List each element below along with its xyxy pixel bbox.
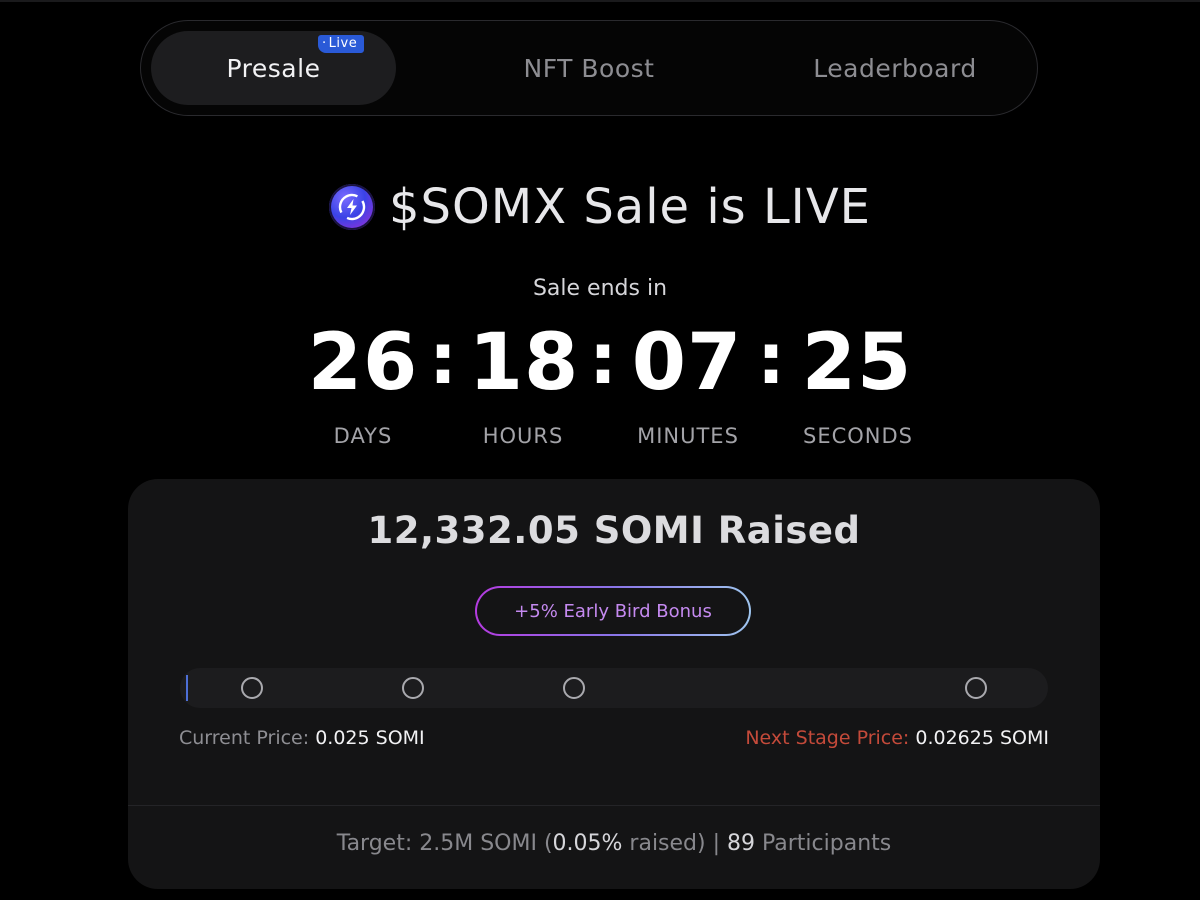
next-price-label: Next Stage Price: (745, 727, 910, 749)
minutes-label: MINUTES (637, 424, 739, 448)
sale-progress-card: 12,332.05 SOMI Raised +5% Early Bird Bon… (128, 479, 1100, 889)
target-mid: raised) | (622, 831, 727, 856)
tab-nft-boost[interactable]: NFT Boost (459, 31, 719, 105)
next-stage-price: Next Stage Price: 0.02625 SOMI (745, 727, 1049, 749)
progress-fill (186, 675, 188, 701)
countdown-separator: : (429, 318, 457, 400)
sale-target-summary: Target: 2.5M SOMI (0.05% raised) | 89 Pa… (128, 831, 1100, 856)
early-bird-bonus-label: +5% Early Bird Bonus (514, 600, 712, 622)
tab-nft-boost-label: NFT Boost (523, 53, 655, 83)
tab-presale-label: Presale (226, 53, 321, 83)
tab-leaderboard[interactable]: Leaderboard (765, 31, 1025, 105)
top-divider (0, 0, 1200, 2)
milestone-marker (402, 677, 424, 699)
tab-leaderboard-label: Leaderboard (813, 53, 977, 83)
countdown-hours: 18 (468, 318, 580, 408)
live-badge: Live (318, 35, 365, 53)
countdown-days: 26 (307, 318, 419, 408)
countdown-seconds: 25 (801, 318, 913, 408)
early-bird-bonus-badge[interactable]: +5% Early Bird Bonus (475, 586, 751, 636)
hours-label: HOURS (482, 424, 564, 448)
countdown-caption: Sale ends in (532, 276, 668, 301)
current-price-value: 0.025 SOMI (315, 727, 425, 749)
page-title: $SOMX Sale is LIVE (388, 179, 871, 235)
sale-heading: $SOMX Sale is LIVE (0, 172, 1200, 242)
seconds-label: SECONDS (802, 424, 913, 448)
current-price: Current Price: 0.025 SOMI (179, 727, 425, 749)
countdown-timer: 26 : 18 : 07 : 25 (0, 318, 1200, 408)
sale-progress-bar (180, 668, 1048, 708)
card-divider (128, 805, 1100, 806)
days-label: DAYS (333, 424, 393, 448)
tab-presale[interactable]: Presale Live (151, 31, 396, 105)
milestone-marker (241, 677, 263, 699)
amount-raised: 12,332.05 SOMI Raised (367, 509, 861, 552)
target-prefix: Target: 2.5M SOMI ( (336, 831, 553, 856)
tab-bar: Presale Live NFT Boost Leaderboard (140, 20, 1038, 116)
next-price-value: 0.02625 SOMI (915, 727, 1049, 749)
milestone-marker (563, 677, 585, 699)
countdown-separator: : (757, 318, 785, 400)
countdown-minutes: 07 (631, 318, 743, 408)
lightning-token-icon (328, 184, 375, 230)
milestone-marker (965, 677, 987, 699)
participant-count: 89 (727, 831, 755, 856)
current-price-label: Current Price: (179, 727, 310, 749)
participants-suffix: Participants (755, 831, 892, 856)
target-percent: 0.05% (552, 831, 623, 856)
countdown-separator: : (589, 318, 617, 400)
